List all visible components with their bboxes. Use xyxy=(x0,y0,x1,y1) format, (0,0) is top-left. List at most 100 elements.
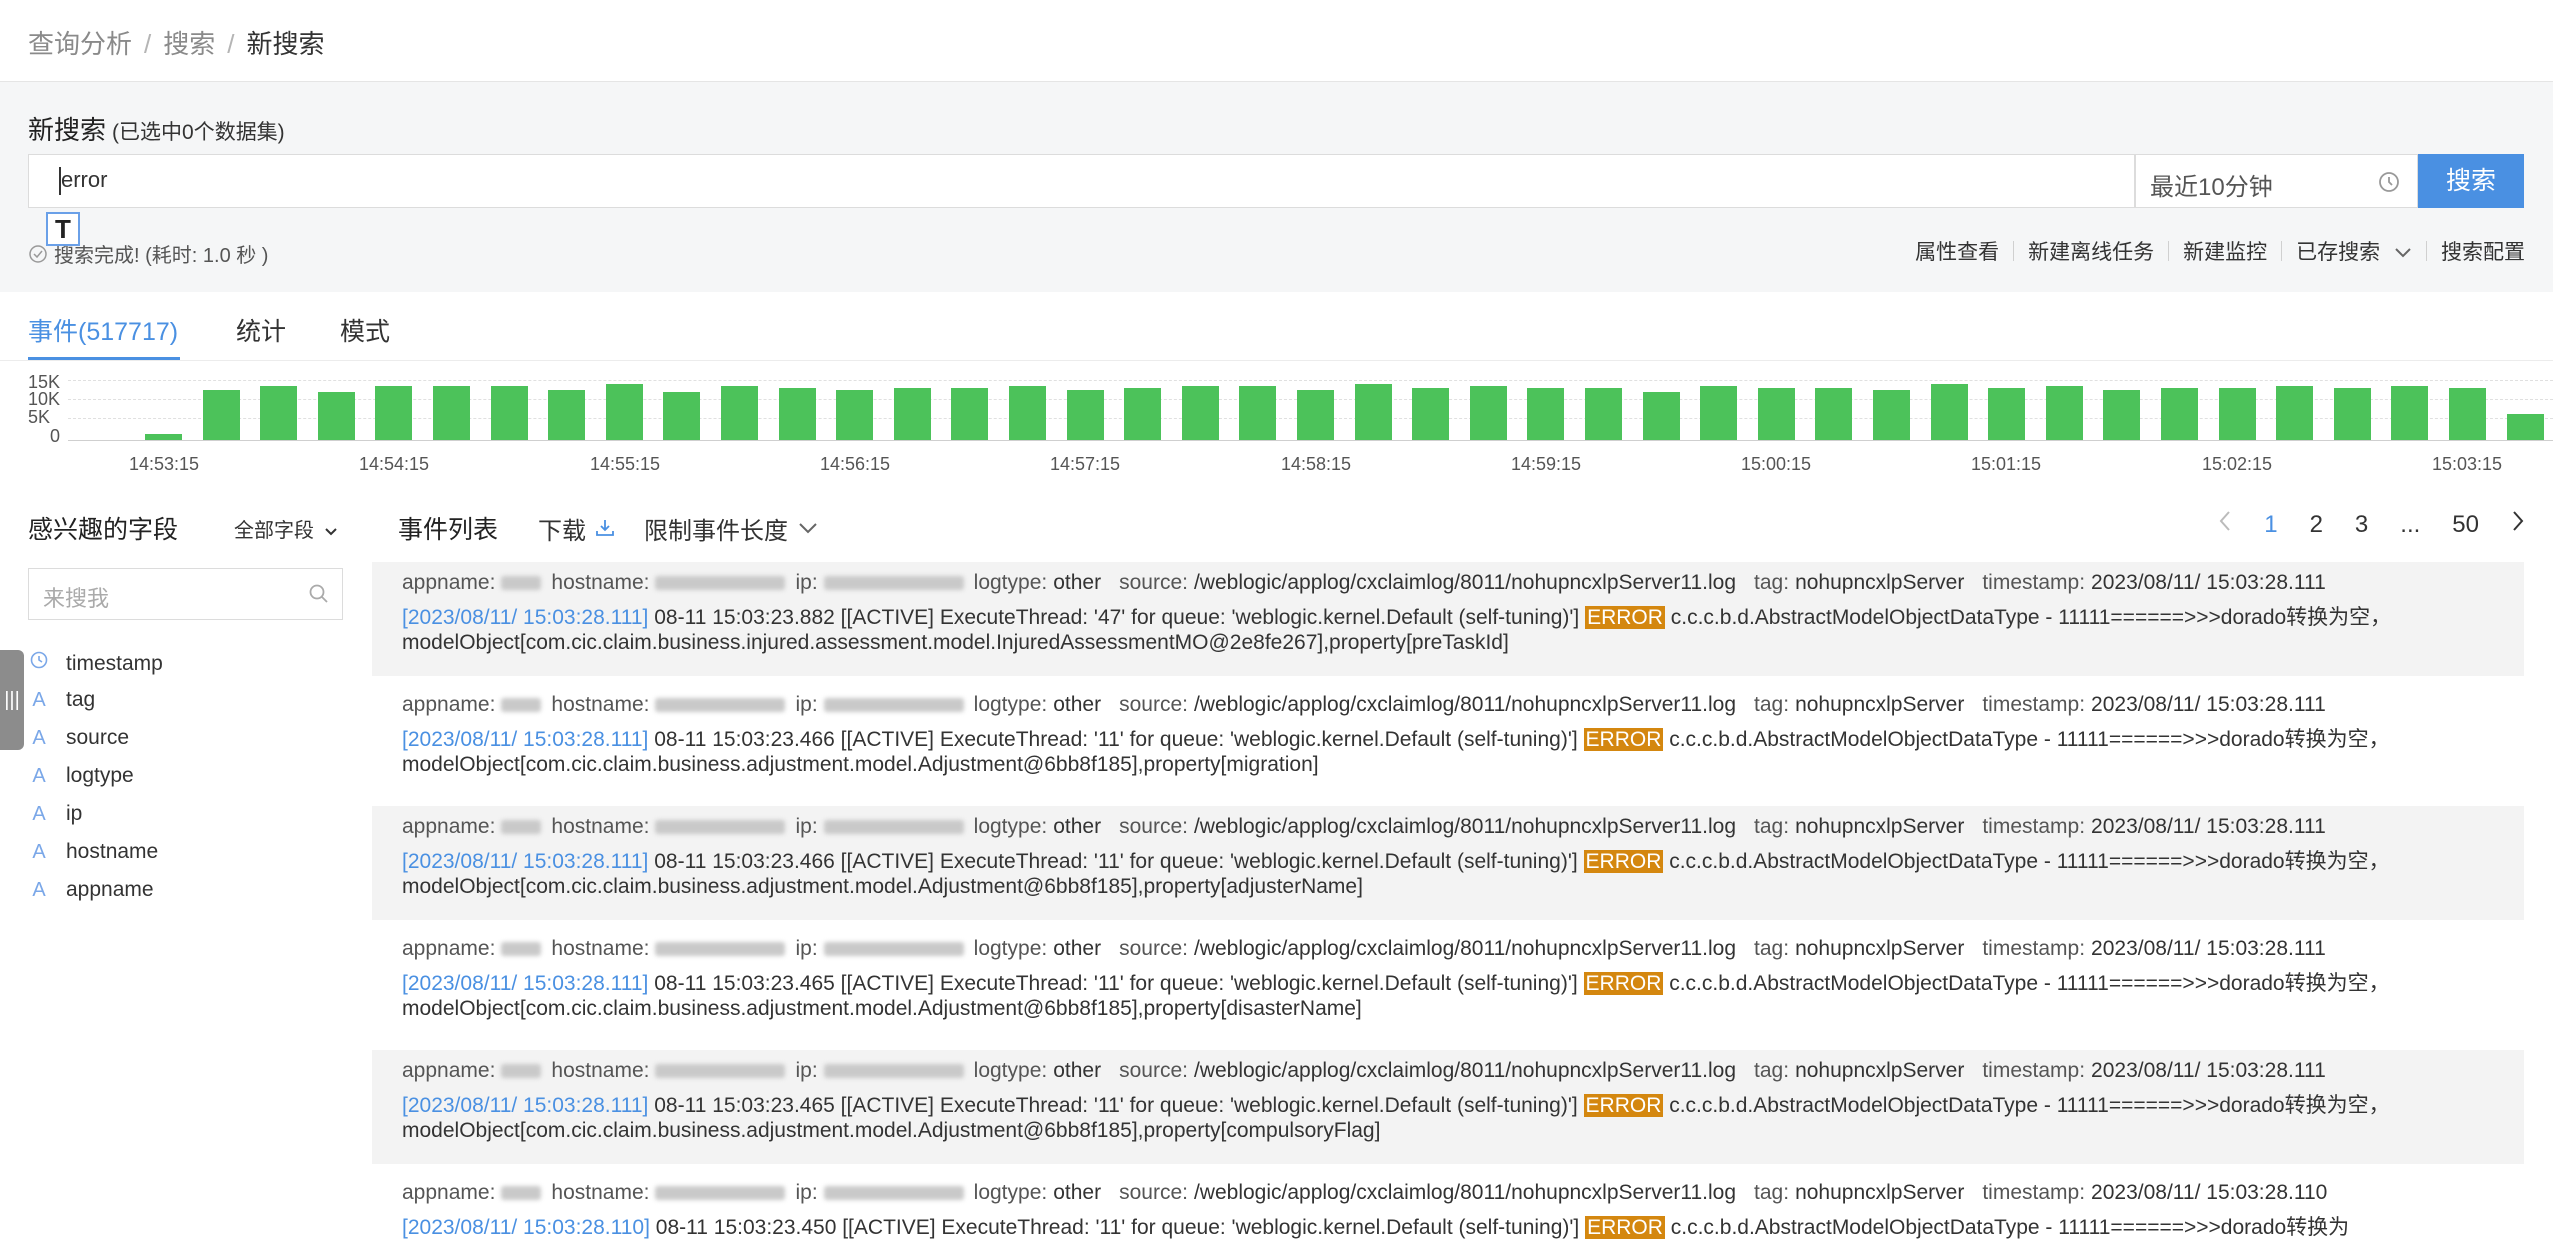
histogram-bar[interactable] xyxy=(2161,388,2198,440)
field-item-timestamp[interactable]: timestamp xyxy=(28,650,163,676)
field-key-tag[interactable]: tag: xyxy=(1754,693,1789,716)
field-key-timestamp[interactable]: timestamp: xyxy=(1982,815,2085,838)
field-item-source[interactable]: Asource xyxy=(28,726,129,750)
field-key-timestamp[interactable]: timestamp: xyxy=(1982,693,2085,716)
field-value-tag[interactable]: nohupncxlpServer xyxy=(1795,1181,1964,1204)
event-row[interactable]: appname: hostname: ip: logtype: other source:… xyxy=(372,806,2524,920)
histogram-bar[interactable] xyxy=(1009,386,1046,440)
field-key-source[interactable]: source: xyxy=(1119,815,1188,838)
field-key-source[interactable]: source: xyxy=(1119,937,1188,960)
new-offline-task-button[interactable]: 新建离线任务 xyxy=(2014,236,2168,266)
query-input[interactable]: error xyxy=(28,154,2135,208)
histogram-bar[interactable] xyxy=(1239,386,1276,440)
field-value-source[interactable]: /weblogic/applog/cxclaimlog/8011/nohupnc… xyxy=(1194,693,1736,716)
field-value-tag[interactable]: nohupncxlpServer xyxy=(1795,1059,1964,1082)
histogram-bar[interactable] xyxy=(2334,388,2371,440)
histogram-bar[interactable] xyxy=(1067,390,1104,440)
field-value-timestamp[interactable]: 2023/08/11/ 15:03:28.110 xyxy=(2091,1181,2327,1204)
field-key-logtype[interactable]: logtype: xyxy=(974,1181,1048,1204)
field-key-tag[interactable]: tag: xyxy=(1754,1059,1789,1082)
field-value-tag[interactable]: nohupncxlpServer xyxy=(1795,815,1964,838)
histogram-bar[interactable] xyxy=(1700,386,1737,440)
field-key-source[interactable]: source: xyxy=(1119,1181,1188,1204)
field-value-logtype[interactable]: other xyxy=(1053,693,1101,716)
event-timestamp[interactable]: [2023/08/11/ 15:03:28.111] xyxy=(402,606,648,629)
field-key-tag[interactable]: tag: xyxy=(1754,571,1789,594)
histogram-bar[interactable] xyxy=(2276,386,2313,440)
field-value-timestamp[interactable]: 2023/08/11/ 15:03:28.111 xyxy=(2091,571,2326,594)
event-row[interactable]: appname: hostname: ip: logtype: other source:… xyxy=(372,1050,2524,1164)
field-value-timestamp[interactable]: 2023/08/11/ 15:03:28.111 xyxy=(2091,1059,2326,1082)
query-text[interactable]: error xyxy=(61,167,107,193)
field-key-tag[interactable]: tag: xyxy=(1754,937,1789,960)
histogram-bar[interactable] xyxy=(1585,388,1622,440)
field-item-logtype[interactable]: Alogtype xyxy=(28,764,133,788)
histogram-bar[interactable] xyxy=(1470,386,1507,440)
histogram-bar[interactable] xyxy=(2507,414,2544,440)
field-key-tag[interactable]: tag: xyxy=(1754,1181,1789,1204)
histogram-bar[interactable] xyxy=(2046,386,2083,440)
field-value-timestamp[interactable]: 2023/08/11/ 15:03:28.111 xyxy=(2091,815,2326,838)
time-range-picker[interactable]: 最近10分钟 xyxy=(2135,154,2418,208)
tab-events[interactable]: 事件(517717) xyxy=(28,312,178,348)
field-key-timestamp[interactable]: timestamp: xyxy=(1982,571,2085,594)
field-value-source[interactable]: /weblogic/applog/cxclaimlog/8011/nohupnc… xyxy=(1194,1181,1736,1204)
histogram-bar[interactable] xyxy=(548,390,585,440)
field-value-tag[interactable]: nohupncxlpServer xyxy=(1795,571,1964,594)
histogram-bar[interactable] xyxy=(203,390,240,440)
histogram-bar[interactable] xyxy=(1355,384,1392,440)
histogram-bar[interactable] xyxy=(951,388,988,440)
field-value-source[interactable]: /weblogic/applog/cxclaimlog/8011/nohupnc… xyxy=(1194,1059,1736,1082)
limit-length-dropdown[interactable]: 限制事件长度 xyxy=(644,511,818,546)
histogram-bar[interactable] xyxy=(606,384,643,440)
field-value-logtype[interactable]: other xyxy=(1053,937,1101,960)
download-button[interactable]: 下载 xyxy=(538,511,616,546)
event-row[interactable]: appname: hostname: ip: logtype: other source:… xyxy=(372,1172,2524,1250)
field-value-logtype[interactable]: other xyxy=(1053,571,1101,594)
field-key-timestamp[interactable]: timestamp: xyxy=(1982,1059,2085,1082)
field-item-ip[interactable]: Aip xyxy=(28,802,82,826)
field-value-logtype[interactable]: other xyxy=(1053,1181,1101,1204)
histogram-bar[interactable] xyxy=(260,386,297,440)
prev-page-icon[interactable] xyxy=(2218,510,2232,539)
page-2[interactable]: 2 xyxy=(2310,511,2323,539)
field-key-logtype[interactable]: logtype: xyxy=(974,815,1048,838)
field-item-appname[interactable]: Aappname xyxy=(28,878,153,902)
histogram-bar[interactable] xyxy=(375,386,412,440)
new-monitor-button[interactable]: 新建监控 xyxy=(2169,236,2281,266)
histogram-bar[interactable] xyxy=(2103,390,2140,440)
field-key-timestamp[interactable]: timestamp: xyxy=(1982,1181,2085,1204)
histogram-bar[interactable] xyxy=(1124,388,1161,440)
histogram-bar[interactable] xyxy=(2391,386,2428,440)
event-row[interactable]: appname: hostname: ip: logtype: other source:… xyxy=(372,928,2524,1042)
sidebar-collapse-handle[interactable]: ||| xyxy=(0,650,24,750)
page-50[interactable]: 50 xyxy=(2452,511,2479,539)
tab-stats[interactable]: 统计 xyxy=(236,312,286,348)
breadcrumb-query-analysis[interactable]: 查询分析 xyxy=(28,29,132,59)
page-3[interactable]: 3 xyxy=(2355,511,2368,539)
view-attributes-button[interactable]: 属性查看 xyxy=(1901,236,2013,266)
histogram-bar[interactable] xyxy=(2449,388,2486,440)
histogram-bar[interactable] xyxy=(1988,388,2025,440)
field-value-source[interactable]: /weblogic/applog/cxclaimlog/8011/nohupnc… xyxy=(1194,815,1736,838)
field-key-logtype[interactable]: logtype: xyxy=(974,1059,1048,1082)
search-button[interactable]: 搜索 xyxy=(2418,154,2524,208)
histogram-bar[interactable] xyxy=(894,388,931,440)
field-key-timestamp[interactable]: timestamp: xyxy=(1982,937,2085,960)
field-value-tag[interactable]: nohupncxlpServer xyxy=(1795,937,1964,960)
all-fields-dropdown[interactable]: 全部字段 xyxy=(234,514,338,543)
event-timestamp[interactable]: [2023/08/11/ 15:03:28.111] xyxy=(402,1094,648,1117)
field-key-source[interactable]: source: xyxy=(1119,1059,1188,1082)
field-value-timestamp[interactable]: 2023/08/11/ 15:03:28.111 xyxy=(2091,937,2326,960)
search-config-button[interactable]: 搜索配置 xyxy=(2427,236,2525,266)
histogram-bar[interactable] xyxy=(663,392,700,440)
histogram-bar[interactable] xyxy=(1931,384,1968,440)
histogram-bar[interactable] xyxy=(1182,386,1219,440)
event-row[interactable]: appname: hostname: ip: logtype: other source:… xyxy=(372,684,2524,798)
field-item-hostname[interactable]: Ahostname xyxy=(28,840,158,864)
event-timestamp[interactable]: [2023/08/11/ 15:03:28.110] xyxy=(402,1216,650,1239)
histogram-bar[interactable] xyxy=(318,392,355,440)
field-item-tag[interactable]: Atag xyxy=(28,688,95,712)
next-page-icon[interactable] xyxy=(2511,510,2525,539)
histogram-bar[interactable] xyxy=(433,386,470,440)
